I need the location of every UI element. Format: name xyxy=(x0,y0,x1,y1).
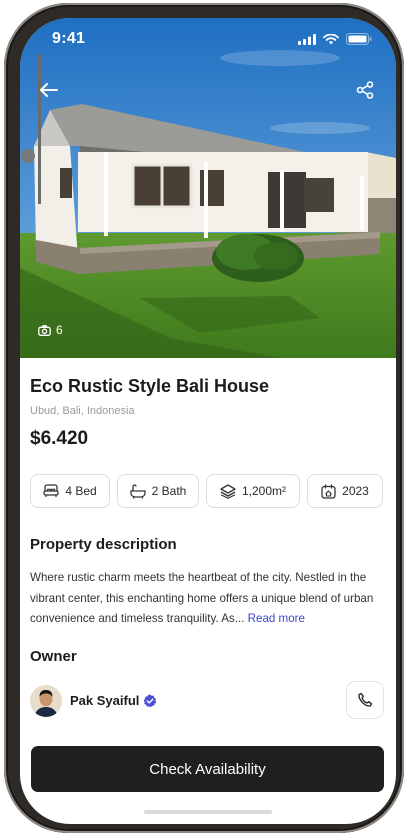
battery-icon xyxy=(346,33,372,45)
photo-count-value: 6 xyxy=(56,323,63,337)
cellular-signal-icon xyxy=(298,33,316,45)
call-owner-button[interactable] xyxy=(346,681,384,719)
description-text: Where rustic charm meets the heartbeat o… xyxy=(30,568,378,630)
check-availability-button[interactable]: Check Availability xyxy=(31,746,384,792)
owner-heading: Owner xyxy=(30,648,77,665)
bed-icon xyxy=(43,484,59,497)
status-bar: 9:41 xyxy=(20,18,396,62)
property-price: $6.420 xyxy=(30,428,89,449)
spec-year-label: 2023 xyxy=(342,484,369,498)
property-photo[interactable]: 9:41 6 xyxy=(20,18,396,358)
share-icon xyxy=(356,81,374,99)
phone-icon xyxy=(358,692,373,707)
bathtub-icon xyxy=(129,483,146,499)
spec-bed: 4 Bed xyxy=(30,474,110,508)
property-specs: 4 Bed 2 Bath 1,200m² 2023 xyxy=(30,474,383,508)
screen: 9:41 6 Eco Rustic Style Bali House Ubud,… xyxy=(20,18,396,824)
camera-icon xyxy=(38,324,51,336)
owner-row: Pak Syaiful xyxy=(30,681,384,723)
calendar-icon xyxy=(321,483,336,499)
description-heading: Property description xyxy=(30,536,177,553)
description-body: Where rustic charm meets the heartbeat o… xyxy=(30,571,374,625)
status-time: 9:41 xyxy=(52,30,86,47)
read-more-link[interactable]: Read more xyxy=(248,612,305,625)
home-indicator xyxy=(144,810,272,814)
house-illustration xyxy=(20,18,396,358)
spec-bed-label: 4 Bed xyxy=(65,484,97,498)
property-location: Ubud, Bali, Indonesia xyxy=(30,405,135,417)
owner-name[interactable]: Pak Syaiful xyxy=(70,693,157,708)
property-title: Eco Rustic Style Bali House xyxy=(30,376,270,396)
spec-area: 1,200m² xyxy=(206,474,300,508)
layers-icon xyxy=(220,483,236,499)
share-button[interactable] xyxy=(351,76,379,104)
verified-badge-icon xyxy=(143,694,157,707)
photo-count[interactable]: 6 xyxy=(38,323,63,337)
arrow-left-icon xyxy=(40,83,58,97)
wifi-icon xyxy=(323,33,339,44)
owner-avatar[interactable] xyxy=(30,685,62,717)
spec-year: 2023 xyxy=(307,474,383,508)
owner-portrait xyxy=(30,685,62,717)
phone-frame: 9:41 6 Eco Rustic Style Bali House Ubud,… xyxy=(4,3,404,833)
spec-bath-label: 2 Bath xyxy=(151,484,187,498)
spec-bath: 2 Bath xyxy=(117,474,199,508)
spec-area-label: 1,200m² xyxy=(241,484,287,498)
back-button[interactable] xyxy=(35,76,63,104)
owner-name-text: Pak Syaiful xyxy=(70,693,140,708)
